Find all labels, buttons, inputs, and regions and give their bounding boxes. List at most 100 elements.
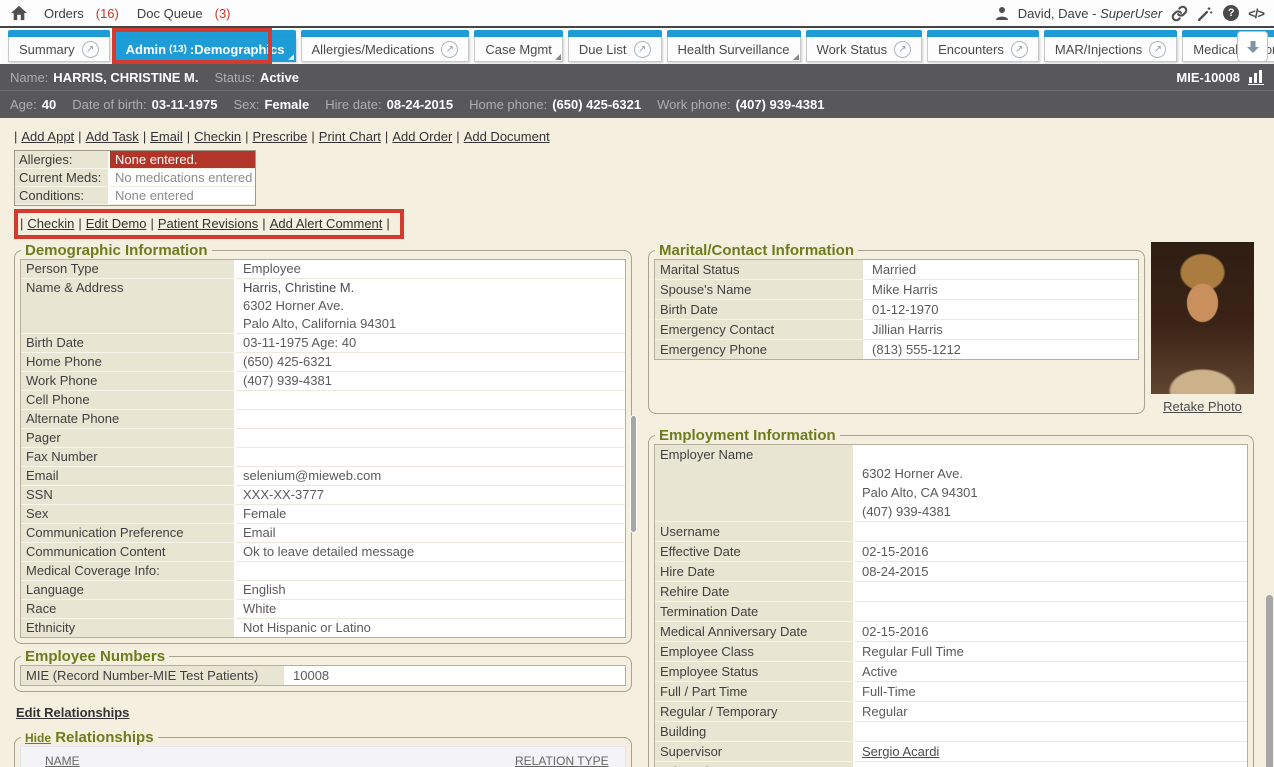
- field-value: [236, 410, 625, 429]
- prescribe-link[interactable]: Prescribe: [252, 129, 307, 144]
- tab-label: Due List: [579, 42, 627, 57]
- field-label: Employer Name: [655, 445, 855, 522]
- page-scrollbar-thumb[interactable]: [1266, 595, 1273, 767]
- field-value: Active: [855, 662, 1247, 682]
- annotation-box-admin-links: Checkin Edit Demo Patient Revisions Add …: [14, 209, 404, 239]
- tab-label: Allergies/Medications: [312, 42, 435, 57]
- add-document-link[interactable]: Add Document: [464, 129, 550, 144]
- help-icon[interactable]: ?: [1223, 5, 1239, 21]
- tab-overflow-button[interactable]: [1237, 31, 1268, 62]
- field-row-name-address: Name & Address Harris, Christine M. 6302…: [21, 279, 625, 334]
- field-value: 10008: [286, 666, 625, 685]
- conditions-link[interactable]: Conditions:: [19, 188, 84, 203]
- left-panel-scrollbar-thumb[interactable]: [630, 415, 637, 533]
- name-column-header[interactable]: NAME: [45, 754, 80, 767]
- add-appt-link[interactable]: Add Appt: [21, 129, 74, 144]
- home-icon[interactable]: [10, 5, 28, 21]
- allergies-link[interactable]: Allergies:: [19, 152, 72, 167]
- section-title: Marital/Contact Information: [655, 242, 858, 259]
- external-arrow-icon[interactable]: ↗: [441, 41, 458, 58]
- field-label: Termination Date: [655, 602, 855, 622]
- tab-allergies-medications[interactable]: Allergies/Medications ↗: [301, 30, 470, 62]
- field-label: Emergency Phone: [655, 340, 865, 359]
- dob-label: Date of birth:: [72, 97, 146, 112]
- tab-work-status[interactable]: Work Status↗: [806, 30, 923, 62]
- tab-count: (13): [169, 44, 187, 55]
- tab-case-mgmt[interactable]: Case Mgmt: [474, 30, 562, 62]
- field-label: SSN: [21, 486, 236, 505]
- field-value: Employee: [236, 260, 625, 279]
- edit-relationships-link[interactable]: Edit Relationships: [16, 705, 129, 720]
- supervisor-link[interactable]: Sergio Acardi: [862, 744, 939, 759]
- current-meds-link[interactable]: Current Meds:: [19, 170, 101, 185]
- sex-label: Sex:: [233, 97, 259, 112]
- doc-queue-link[interactable]: Doc Queue: [137, 6, 203, 21]
- external-arrow-icon[interactable]: ↗: [1011, 41, 1028, 58]
- hide-relationships-link[interactable]: Hide: [25, 731, 51, 745]
- edit-demo-link[interactable]: Edit Demo: [86, 216, 147, 231]
- field-label: Birth Date: [655, 300, 865, 320]
- conditions-row: Conditions: None entered: [15, 187, 255, 205]
- field-value: [855, 762, 1247, 767]
- external-arrow-icon[interactable]: ↗: [634, 41, 651, 58]
- field-value: Jillian Harris: [865, 320, 1138, 340]
- tab-top-strip: [115, 30, 296, 37]
- field-label: Username: [655, 522, 855, 542]
- patient-revisions-link[interactable]: Patient Revisions: [158, 216, 258, 231]
- field-label: Email: [21, 467, 236, 486]
- retake-photo-link[interactable]: Retake Photo: [1163, 399, 1242, 414]
- checkin-link[interactable]: Checkin: [194, 129, 241, 144]
- employer-address-line: 6302 Horner Ave.: [862, 464, 1240, 483]
- wand-icon[interactable]: [1197, 5, 1214, 22]
- patient-status: Active: [260, 70, 299, 85]
- link-icon[interactable]: [1171, 5, 1188, 22]
- tab-top-strip: [1044, 30, 1177, 37]
- orders-link[interactable]: Orders: [44, 6, 84, 21]
- patient-status-label: Status:: [214, 70, 254, 85]
- tab-top-strip: [667, 30, 801, 37]
- field-row-employer: Employer Name 6302 Horner Ave. Palo Alto…: [655, 445, 1247, 522]
- external-arrow-icon[interactable]: ↗: [82, 41, 99, 58]
- patient-header: Name: HARRIS, CHRISTINE M. Status: Activ…: [0, 64, 1274, 118]
- relation-type-column-header[interactable]: RELATION TYPE: [515, 754, 609, 767]
- patient-name-link[interactable]: Harris, Christine M.: [243, 279, 354, 297]
- field-value: Harris, Christine M. 6302 Horner Ave. Pa…: [236, 279, 625, 334]
- email-link[interactable]: Email: [150, 129, 183, 144]
- field-label: Person Type: [21, 260, 236, 279]
- field-value: Sergio Acardi: [855, 742, 1247, 762]
- add-order-link[interactable]: Add Order: [392, 129, 452, 144]
- allergies-row: Allergies: None entered.: [15, 151, 255, 169]
- tab-due-list[interactable]: Due List ↗: [568, 30, 662, 62]
- field-label: Language: [21, 581, 236, 600]
- demographic-information-section: Demographic Information Person Type Empl…: [14, 242, 632, 644]
- hire-date-label: Hire date:: [325, 97, 381, 112]
- chart-id: MIE-10008: [1176, 70, 1240, 85]
- print-chart-link[interactable]: Print Chart: [319, 129, 381, 144]
- tab-encounters[interactable]: Encounters↗: [927, 30, 1039, 62]
- add-alert-comment-link[interactable]: Add Alert Comment: [270, 216, 383, 231]
- external-arrow-icon[interactable]: ↗: [1149, 41, 1166, 58]
- top-bar: Orders (16) Doc Queue (3) David, Dave - …: [0, 0, 1274, 28]
- field-label: Employee Class: [655, 642, 855, 662]
- field-label: Full / Part Time: [655, 682, 855, 702]
- flowsheet-chart-icon[interactable]: [1248, 70, 1264, 85]
- field-value: Regular: [855, 702, 1247, 722]
- marital-contact-section: Marital/Contact Information Marital Stat…: [648, 242, 1145, 414]
- logged-in-user[interactable]: David, Dave - SuperUser: [1018, 6, 1163, 21]
- tab-admin-demographics[interactable]: Admin(13):Demographics: [115, 30, 296, 62]
- field-label: Communication Preference: [21, 524, 236, 543]
- user-icon: [995, 6, 1009, 20]
- conditions-value: None entered: [110, 187, 255, 205]
- checkin-link-2[interactable]: Checkin: [27, 216, 74, 231]
- add-task-link[interactable]: Add Task: [86, 129, 139, 144]
- field-label: Building: [655, 722, 855, 742]
- employer-phone-line: (407) 939-4381: [862, 502, 1240, 521]
- tab-health-surveillance[interactable]: Health Surveillance: [667, 30, 801, 62]
- tab-mar-injections[interactable]: MAR/Injections↗: [1044, 30, 1177, 62]
- code-icon[interactable]: </>: [1248, 6, 1264, 21]
- external-arrow-icon[interactable]: ↗: [894, 41, 911, 58]
- field-value: Mike Harris: [865, 280, 1138, 300]
- field-value: [236, 391, 625, 410]
- tab-summary[interactable]: Summary↗: [8, 30, 110, 62]
- field-value: [236, 448, 625, 467]
